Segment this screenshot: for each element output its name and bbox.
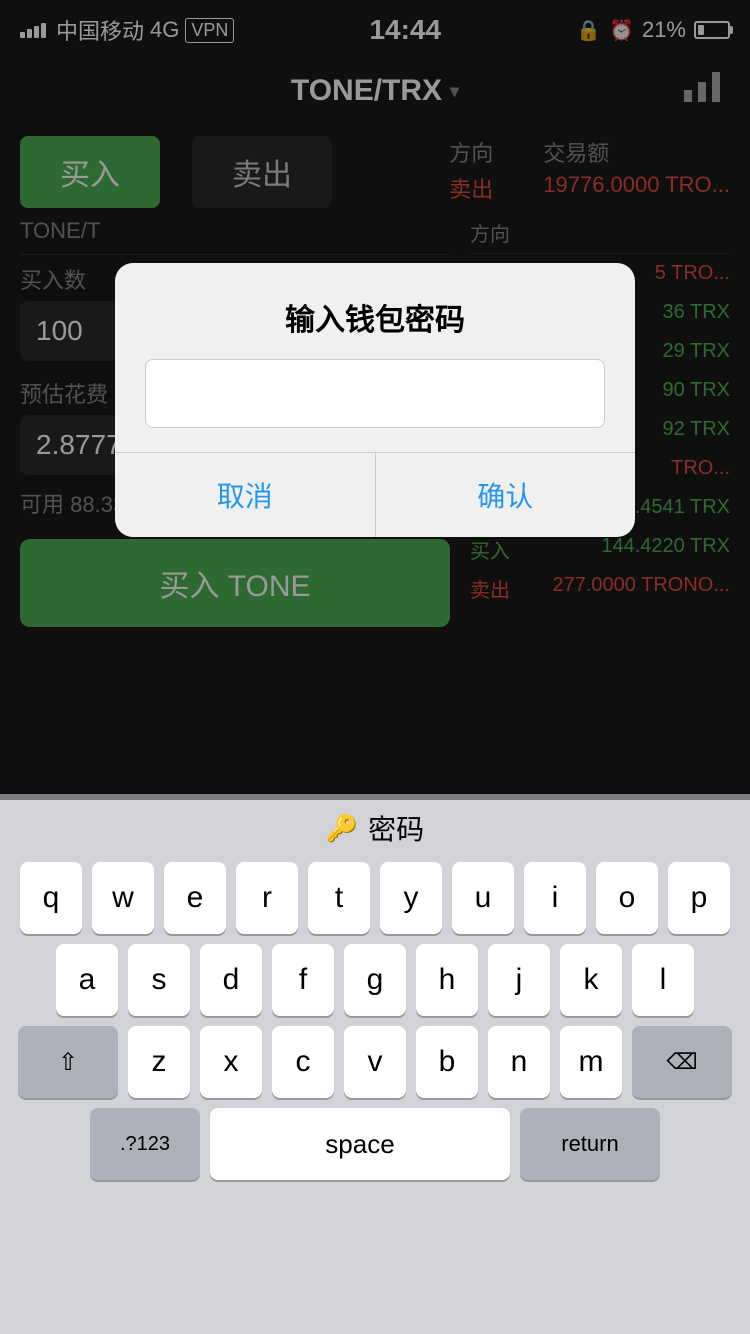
confirm-button[interactable]: 确认 [376,453,636,537]
keyboard-row-1: q w e r t y u i o p [6,862,744,934]
keyboard-area: 🔑 密码 q w e r t y u i o p a s d f [0,794,750,1334]
key-j[interactable]: j [488,944,550,1016]
key-y[interactable]: y [380,862,442,934]
keyboard-rows: q w e r t y u i o p a s d f g h j k [0,858,750,1194]
dialog-title: 输入钱包密码 [115,263,635,359]
key-m[interactable]: m [560,1026,622,1098]
key-p[interactable]: p [668,862,730,934]
keyboard-password-bar: 🔑 密码 [0,794,750,858]
key-r[interactable]: r [236,862,298,934]
keyboard-row-2: a s d f g h j k l [6,944,744,1016]
dialog-buttons: 取消 确认 [115,452,635,537]
key-d[interactable]: d [200,944,262,1016]
dialog-overlay: 输入钱包密码 取消 确认 [0,0,750,800]
key-i[interactable]: i [524,862,586,934]
dialog-input-wrap [115,359,635,452]
key-c[interactable]: c [272,1026,334,1098]
key-z[interactable]: z [128,1026,190,1098]
key-n[interactable]: n [488,1026,550,1098]
key-h[interactable]: h [416,944,478,1016]
key-shift[interactable]: ⇧ [18,1026,118,1098]
key-backspace[interactable]: ⌫ [632,1026,732,1098]
key-t[interactable]: t [308,862,370,934]
password-input[interactable] [145,359,605,428]
password-dialog: 输入钱包密码 取消 确认 [115,263,635,537]
key-space[interactable]: space [210,1108,510,1180]
key-u[interactable]: u [452,862,514,934]
key-a[interactable]: a [56,944,118,1016]
key-s[interactable]: s [128,944,190,1016]
key-return[interactable]: return [520,1108,660,1180]
key-o[interactable]: o [596,862,658,934]
cancel-button[interactable]: 取消 [115,453,376,537]
key-e[interactable]: e [164,862,226,934]
keyboard-row-4: .?123 space return [6,1108,744,1180]
key-v[interactable]: v [344,1026,406,1098]
key-l[interactable]: l [632,944,694,1016]
key-f[interactable]: f [272,944,334,1016]
key-numbers[interactable]: .?123 [90,1108,200,1180]
key-b[interactable]: b [416,1026,478,1098]
key-x[interactable]: x [200,1026,262,1098]
key-g[interactable]: g [344,944,406,1016]
key-k[interactable]: k [560,944,622,1016]
keyboard-row-3: ⇧ z x c v b n m ⌫ [6,1026,744,1098]
key-w[interactable]: w [92,862,154,934]
key-icon: 🔑 [326,813,358,844]
key-q[interactable]: q [20,862,82,934]
password-keyboard-label: 密码 [368,808,424,848]
